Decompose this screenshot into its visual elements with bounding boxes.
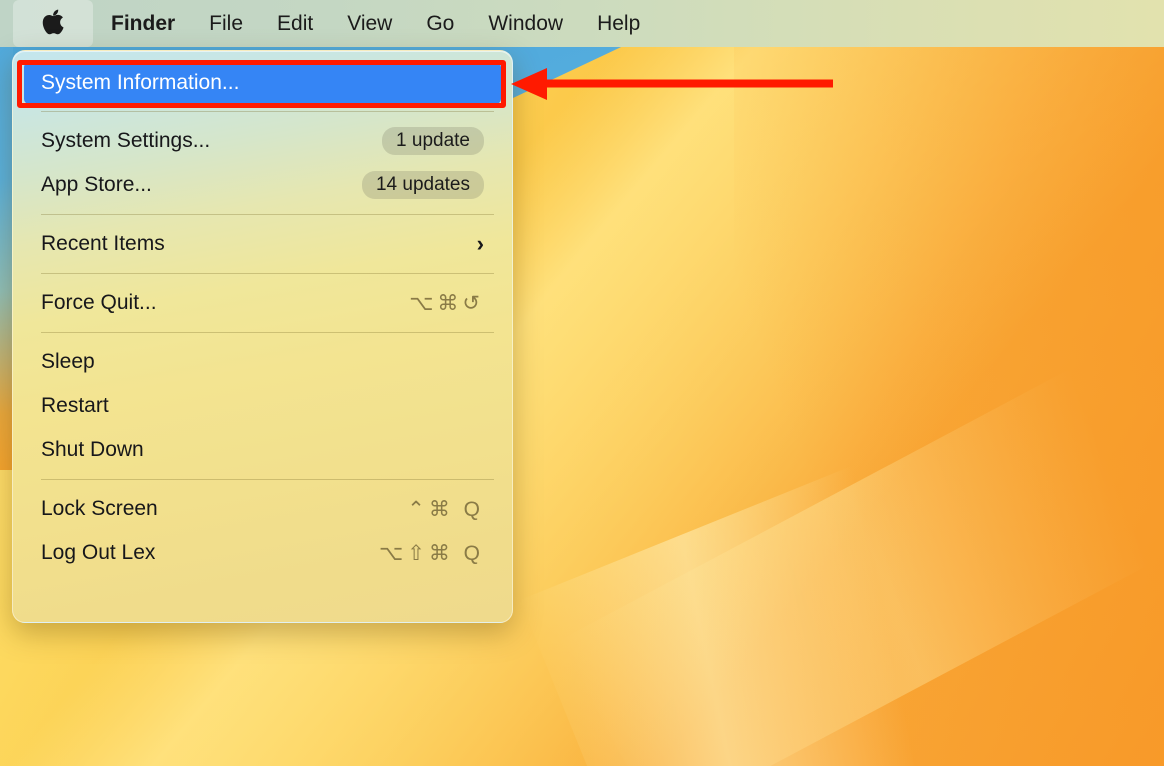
apple-logo-icon — [41, 9, 65, 38]
menu-bar-item-file[interactable]: File — [192, 0, 260, 47]
menu-item-label: Sleep — [41, 350, 95, 373]
menu-item-label: Log Out Lex — [41, 541, 156, 564]
menu-item-label: Lock Screen — [41, 497, 158, 520]
menu-separator — [41, 214, 494, 215]
menu-item-label: Restart — [41, 394, 109, 417]
menu-separator — [41, 479, 494, 480]
menu-separator — [41, 273, 494, 274]
menu-item-log-out[interactable]: Log Out Lex ⌥⇧⌘ Q — [13, 531, 512, 575]
menu-bar-item-go[interactable]: Go — [409, 0, 471, 47]
menu-item-force-quit[interactable]: Force Quit... ⌥⌘↺ — [13, 281, 512, 325]
menu-item-recent-items[interactable]: Recent Items › — [13, 222, 512, 266]
apple-menu-button[interactable] — [13, 0, 93, 47]
menu-bar-item-help[interactable]: Help — [580, 0, 657, 47]
menu-item-restart[interactable]: Restart — [13, 384, 512, 428]
menu-item-system-settings[interactable]: System Settings... 1 update — [13, 119, 512, 163]
menu-separator — [41, 111, 494, 112]
menu-bar: Finder File Edit View Go Window Help — [0, 0, 1164, 47]
menu-item-shut-down[interactable]: Shut Down — [13, 428, 512, 472]
menu-bar-item-window[interactable]: Window — [471, 0, 580, 47]
wallpaper-right-shading — [734, 0, 1164, 766]
lock-screen-shortcut: ⌃⌘ Q — [407, 497, 484, 521]
log-out-shortcut: ⌥⇧⌘ Q — [379, 541, 484, 565]
menu-item-label: App Store... — [41, 173, 152, 196]
menu-item-label: Force Quit... — [41, 291, 157, 314]
menu-bar-item-edit[interactable]: Edit — [260, 0, 330, 47]
menu-item-app-store[interactable]: App Store... 14 updates — [13, 163, 512, 207]
apple-dropdown-menu: System Information... System Settings...… — [12, 50, 513, 623]
chevron-right-icon: › — [476, 231, 484, 256]
menu-item-label: Shut Down — [41, 438, 144, 461]
menu-separator — [41, 332, 494, 333]
system-settings-update-badge: 1 update — [382, 127, 484, 155]
menu-bar-item-finder[interactable]: Finder — [93, 0, 192, 47]
force-quit-shortcut: ⌥⌘↺ — [409, 291, 484, 315]
menu-bar-item-view[interactable]: View — [330, 0, 409, 47]
menu-item-label: System Information... — [41, 71, 240, 94]
menu-item-sleep[interactable]: Sleep — [13, 340, 512, 384]
wallpaper-light-streak-secondary — [560, 311, 1164, 766]
app-store-update-badge: 14 updates — [361, 171, 484, 199]
menu-item-lock-screen[interactable]: Lock Screen ⌃⌘ Q — [13, 487, 512, 531]
menu-item-label: Recent Items — [41, 232, 165, 255]
wallpaper-light-streak — [520, 405, 1126, 766]
menu-item-system-information[interactable]: System Information... — [24, 62, 501, 104]
menu-item-label: System Settings... — [41, 129, 211, 152]
